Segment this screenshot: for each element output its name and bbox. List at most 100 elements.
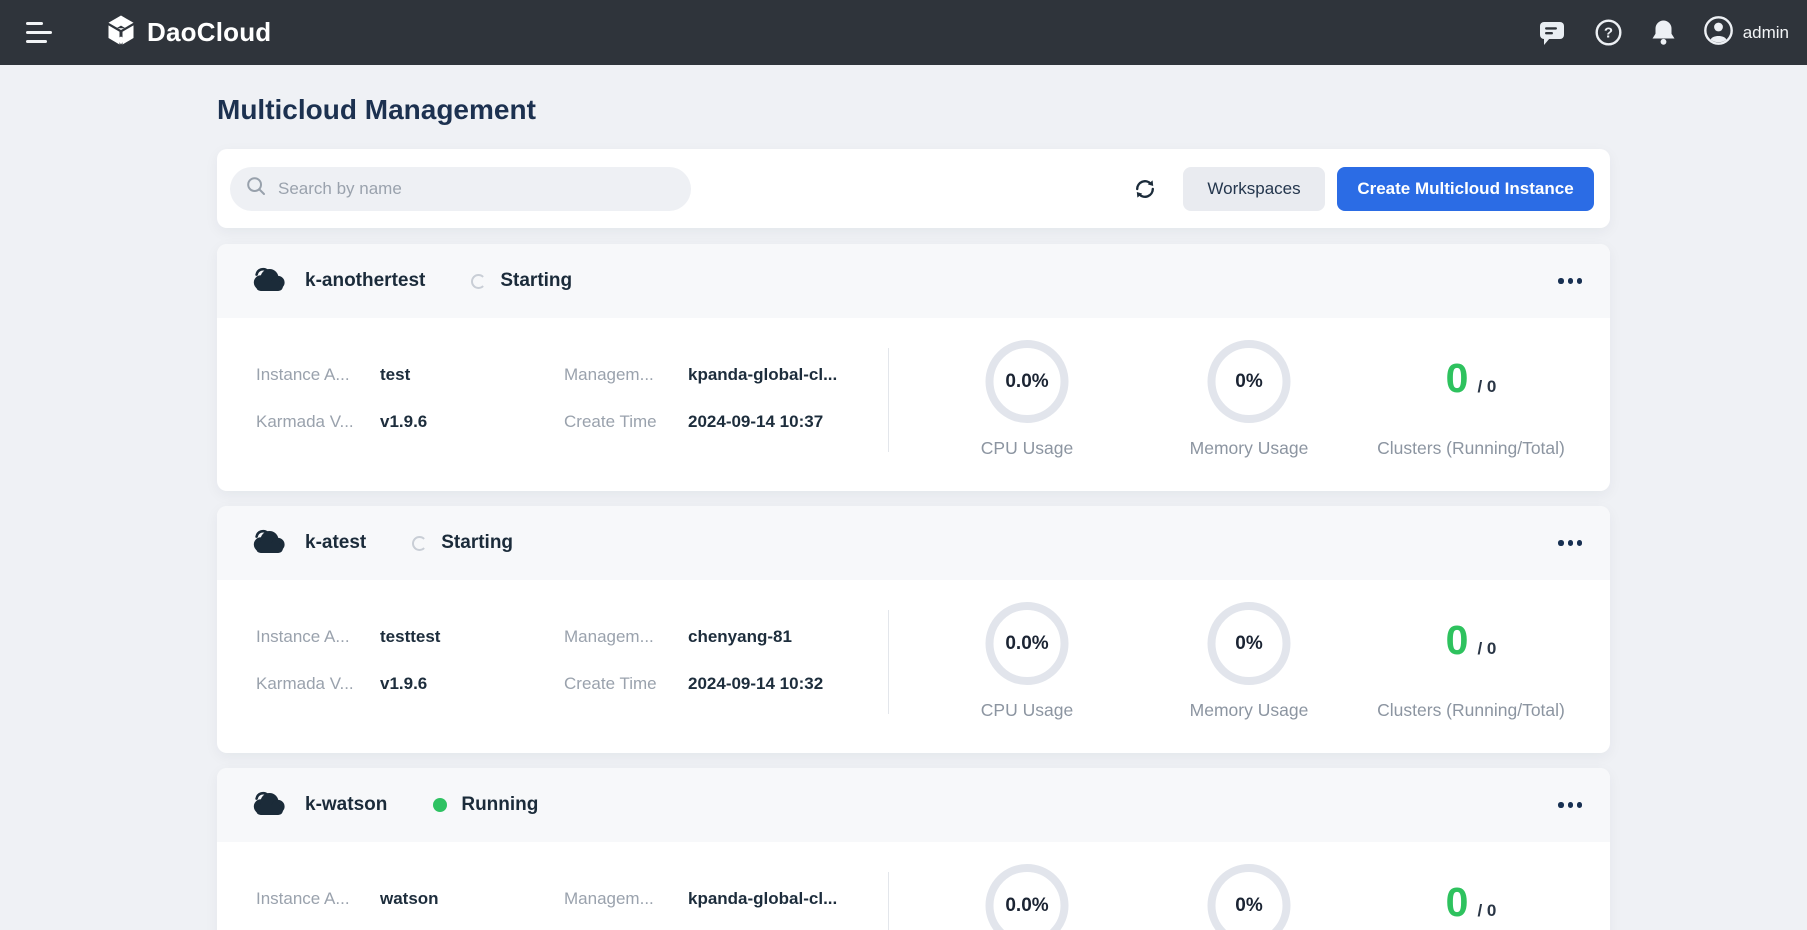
instance-status: Starting — [412, 532, 513, 554]
cpu-usage-value: 0.0% — [1005, 633, 1048, 655]
clusters-label: Clusters (Running/Total) — [1360, 438, 1582, 459]
divider — [888, 610, 889, 714]
notifications-bell-icon[interactable] — [1650, 18, 1677, 47]
clusters-running-count: 0 — [1446, 878, 1469, 926]
management-label: Managem... — [564, 365, 688, 385]
instance-card-body: Instance A... testtest Managem... chenya… — [217, 580, 1610, 753]
status-label: Running — [461, 794, 538, 816]
memory-usage-label: Memory Usage — [1138, 438, 1360, 459]
clusters-label: Clusters (Running/Total) — [1360, 700, 1582, 721]
messages-icon[interactable] — [1537, 19, 1567, 47]
clusters-running-count: 0 — [1446, 354, 1469, 402]
instance-stats: 0.0% CPU Usage 0% Memory Usage 0 / 0 Clu… — [916, 318, 1582, 491]
karmada-version-value: v1.9.6 — [380, 412, 427, 432]
management-value: chenyang-81 — [688, 627, 792, 647]
hamburger-menu-icon[interactable] — [26, 22, 56, 44]
cpu-usage-ring: 0.0% — [986, 340, 1069, 423]
instance-alias-label: Instance A... — [256, 627, 380, 647]
cpu-usage-stat: 0.0% CPU Usage — [916, 580, 1138, 753]
instance-details: Instance A... test Managem... kpanda-glo… — [256, 362, 849, 456]
instance-card: k-atest Starting Instance A... testtest … — [217, 506, 1610, 753]
instance-alias-value: testtest — [380, 627, 440, 647]
cpu-usage-label: CPU Usage — [916, 438, 1138, 459]
page-title: Multicloud Management — [217, 92, 1610, 127]
svg-text:?: ? — [1604, 25, 1613, 42]
create-time-label: Create Time — [564, 674, 688, 694]
management-value: kpanda-global-cl... — [688, 365, 837, 385]
more-actions-icon[interactable] — [1554, 798, 1586, 811]
management-label: Managem... — [564, 889, 688, 909]
instance-name[interactable]: k-watson — [305, 794, 387, 816]
instance-card: k-anothertest Starting Instance A... tes… — [217, 244, 1610, 491]
cpu-usage-label: CPU Usage — [916, 700, 1138, 721]
top-navigation-bar: DaoCloud ? — [0, 0, 1807, 65]
divider — [888, 348, 889, 452]
instance-status: Starting — [471, 270, 572, 292]
cpu-usage-stat: 0.0% CPU Usage — [916, 842, 1138, 930]
instance-card-header: k-atest Starting — [217, 506, 1610, 580]
memory-usage-label: Memory Usage — [1138, 700, 1360, 721]
instance-card-header: k-watson Running — [217, 768, 1610, 842]
memory-usage-stat: 0% Memory Usage — [1138, 318, 1360, 491]
create-multicloud-instance-button[interactable]: Create Multicloud Instance — [1337, 167, 1594, 211]
memory-usage-ring: 0% — [1208, 864, 1291, 930]
clusters-total-count: / 0 — [1477, 901, 1496, 921]
instance-name[interactable]: k-anothertest — [305, 270, 425, 292]
status-indicator-icon — [471, 274, 486, 289]
management-label: Managem... — [564, 627, 688, 647]
instance-alias-label: Instance A... — [256, 889, 380, 909]
user-menu[interactable]: admin — [1703, 15, 1789, 51]
instance-alias-label: Instance A... — [256, 365, 380, 385]
search-input[interactable] — [276, 178, 675, 200]
daocloud-cube-icon — [104, 13, 138, 52]
create-time-label: Create Time — [564, 412, 688, 432]
search-box[interactable] — [230, 167, 691, 211]
instance-stats: 0.0% CPU Usage 0% Memory Usage 0 / 0 Clu… — [916, 580, 1582, 753]
refresh-icon[interactable] — [1132, 176, 1158, 202]
clusters-stat: 0 / 0 Clusters (Running/Total) — [1360, 580, 1582, 753]
instance-card-list: k-anothertest Starting Instance A... tes… — [217, 244, 1610, 930]
karmada-version-label: Karmada V... — [256, 412, 380, 432]
instance-alias-value: test — [380, 365, 410, 385]
memory-usage-value: 0% — [1235, 633, 1262, 655]
memory-usage-ring: 0% — [1208, 602, 1291, 685]
instance-alias-value: watson — [380, 889, 439, 909]
brand-logo[interactable]: DaoCloud — [104, 13, 271, 52]
divider — [888, 872, 889, 930]
memory-usage-ring: 0% — [1208, 340, 1291, 423]
cpu-usage-value: 0.0% — [1005, 895, 1048, 917]
status-indicator-icon — [412, 536, 427, 551]
main-content: Multicloud Management — [217, 92, 1610, 930]
status-label: Starting — [441, 532, 513, 554]
clusters-total-count: / 0 — [1477, 377, 1496, 397]
cloud-icon — [251, 527, 288, 559]
app-window: DaoCloud ? — [0, 0, 1807, 930]
cpu-usage-stat: 0.0% CPU Usage — [916, 318, 1138, 491]
instance-card: k-watson Running Instance A... watson Ma… — [217, 768, 1610, 930]
karmada-version-value: v1.9.6 — [380, 674, 427, 694]
workspaces-button[interactable]: Workspaces — [1183, 167, 1325, 211]
cloud-icon — [251, 265, 288, 297]
avatar — [1703, 15, 1734, 51]
instance-stats: 0.0% CPU Usage 0% Memory Usage 0 / 0 Clu… — [916, 842, 1582, 930]
create-time-value: 2024-09-14 10:32 — [688, 674, 823, 694]
instance-name[interactable]: k-atest — [305, 532, 366, 554]
status-indicator-icon — [433, 798, 447, 812]
brand-name: DaoCloud — [147, 17, 271, 48]
search-icon — [246, 176, 266, 201]
management-value: kpanda-global-cl... — [688, 889, 837, 909]
cpu-usage-value: 0.0% — [1005, 371, 1048, 393]
memory-usage-stat: 0% Memory Usage — [1138, 842, 1360, 930]
clusters-stat: 0 / 0 Clusters (Running/Total) — [1360, 842, 1582, 930]
instance-details: Instance A... watson Managem... kpanda-g… — [256, 886, 849, 930]
username-label: admin — [1743, 23, 1789, 43]
instance-details: Instance A... testtest Managem... chenya… — [256, 624, 849, 718]
toolbar: Workspaces Create Multicloud Instance — [217, 149, 1610, 228]
help-icon[interactable]: ? — [1594, 18, 1623, 47]
instance-card-body: Instance A... watson Managem... kpanda-g… — [217, 842, 1610, 930]
clusters-running-count: 0 — [1446, 616, 1469, 664]
instance-card-body: Instance A... test Managem... kpanda-glo… — [217, 318, 1610, 491]
clusters-stat: 0 / 0 Clusters (Running/Total) — [1360, 318, 1582, 491]
more-actions-icon[interactable] — [1554, 274, 1586, 287]
more-actions-icon[interactable] — [1554, 536, 1586, 549]
